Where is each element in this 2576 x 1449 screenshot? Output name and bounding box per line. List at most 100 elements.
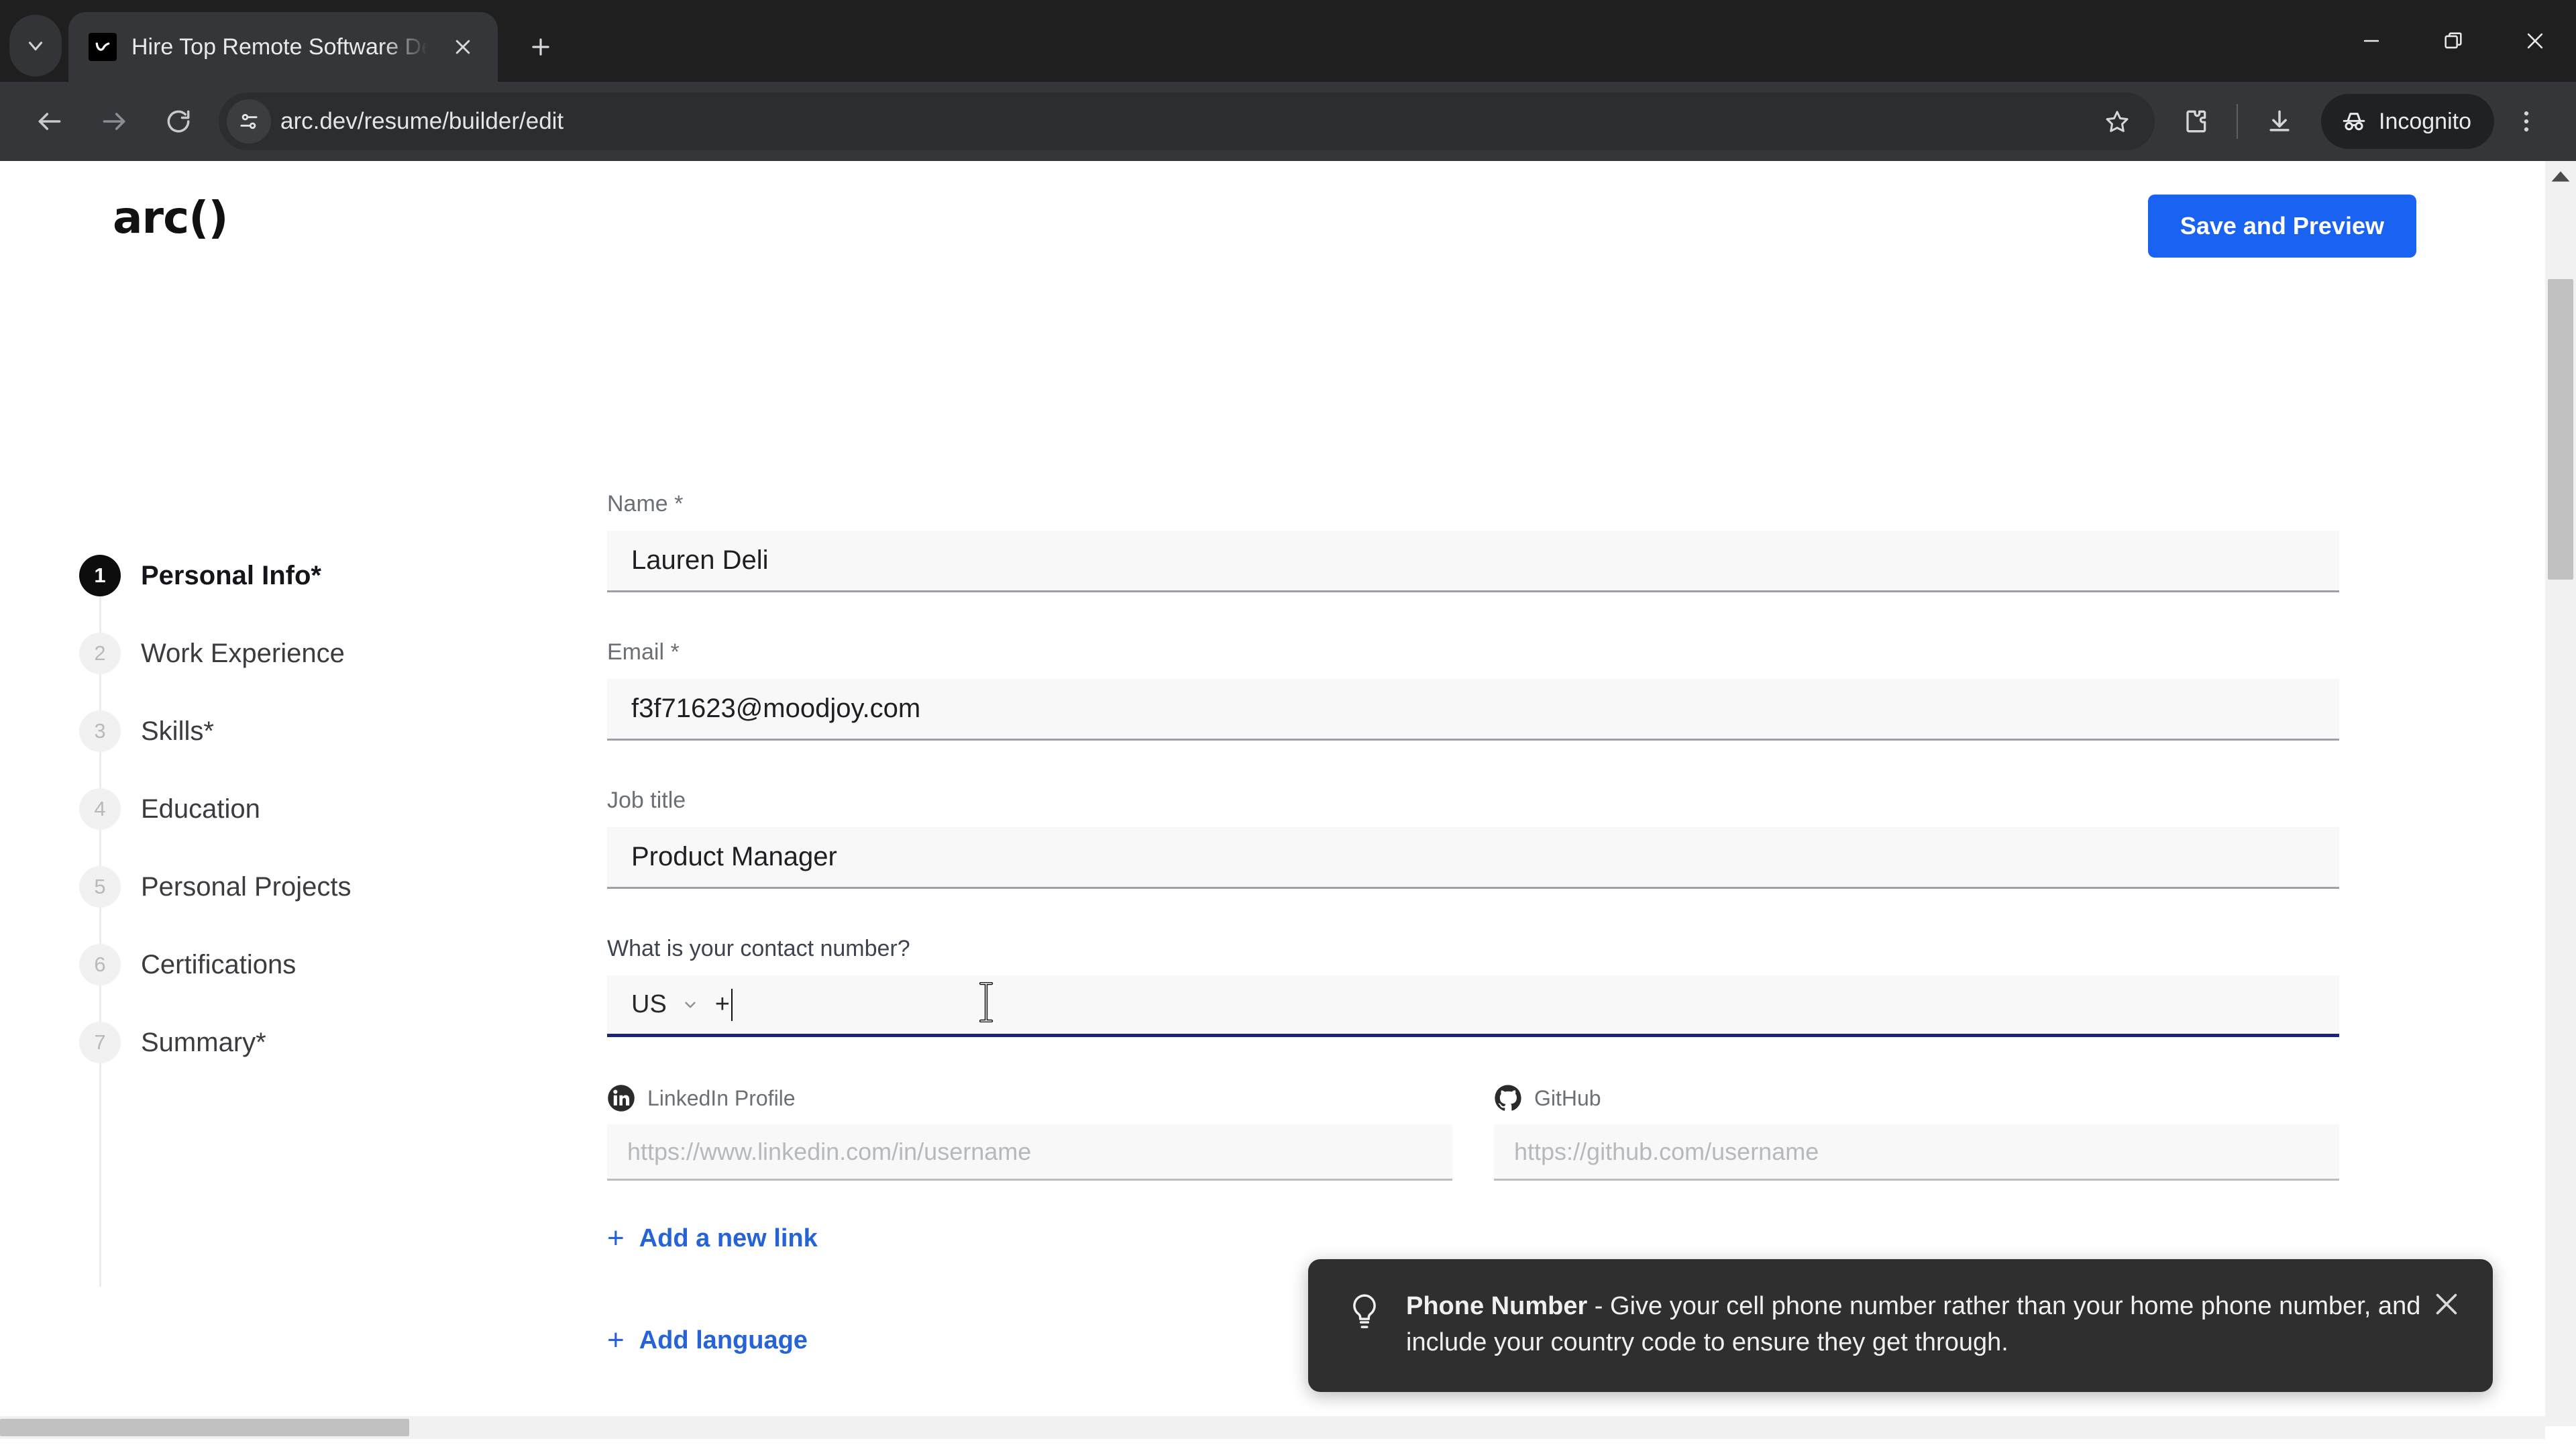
github-input[interactable] — [1494, 1124, 2339, 1181]
plus-icon: + — [607, 1222, 625, 1254]
vertical-scrollbar[interactable] — [2545, 161, 2576, 1426]
plus-icon — [532, 38, 549, 56]
sidebar-item-label: Certifications — [141, 949, 297, 979]
github-label-row: GitHub — [1494, 1084, 2339, 1112]
contact-number-label: What is your contact number? — [607, 936, 910, 961]
maximize-restore-button[interactable] — [2412, 0, 2494, 82]
incognito-indicator[interactable]: Incognito — [2321, 94, 2494, 149]
arrow-left-icon — [38, 113, 61, 130]
tab-search-button[interactable] — [9, 15, 62, 76]
contact-number-field-group: What is your contact number? US + — [607, 936, 2339, 1037]
name-field-group: Name * — [607, 491, 2339, 592]
window-controls — [2330, 0, 2576, 82]
browser-toolbar: arc.dev/resume/builder/edit Incognito — [0, 82, 2576, 161]
phone-input-wrapper[interactable]: US + — [607, 975, 2339, 1037]
reload-button[interactable] — [146, 89, 211, 154]
linkedin-icon — [608, 1085, 635, 1112]
arc-logo[interactable]: arc() — [113, 192, 229, 244]
tab-strip: Hire Top Remote Software Deve — [0, 0, 2576, 82]
incognito-icon — [2343, 113, 2365, 131]
downloads-button[interactable] — [2247, 89, 2312, 154]
sidebar-item-personal-info[interactable]: 1 Personal Info* — [79, 537, 495, 614]
new-tab-button[interactable] — [515, 21, 566, 72]
github-field-group: GitHub — [1494, 1084, 2339, 1181]
add-language-label: Add language — [639, 1326, 808, 1354]
close-icon — [2527, 33, 2543, 49]
caret-up-icon — [2551, 171, 2570, 182]
github-icon — [1495, 1085, 1521, 1111]
back-button[interactable] — [17, 89, 82, 154]
puzzle-extension-icon — [2186, 110, 2206, 133]
minimize-icon — [2363, 40, 2379, 42]
name-input[interactable] — [607, 531, 2339, 592]
job-title-input[interactable] — [607, 827, 2339, 889]
phone-prefix: + — [714, 990, 730, 1018]
sidebar-item-certifications[interactable]: 6 Certifications — [79, 926, 495, 1004]
extensions-button[interactable] — [2163, 89, 2227, 154]
country-code-value: US — [631, 990, 667, 1018]
sidebar-item-label: Work Experience — [141, 638, 345, 668]
country-code-select[interactable]: US — [631, 990, 699, 1019]
site-settings-button[interactable] — [227, 99, 271, 144]
toast-close-button[interactable] — [2431, 1289, 2462, 1320]
save-and-preview-button[interactable]: Save and Preview — [2147, 195, 2416, 258]
linkedin-field-group: LinkedIn Profile — [607, 1084, 1452, 1181]
step-number: 3 — [79, 710, 121, 752]
toast-message: Phone Number - Give your cell phone numb… — [1406, 1289, 2458, 1361]
page-viewport: arc() Save and Preview 1 Personal Info* … — [0, 161, 2576, 1449]
step-number: 6 — [79, 944, 121, 985]
linkedin-input[interactable] — [607, 1124, 1452, 1181]
toast-title: Phone Number — [1406, 1292, 1588, 1320]
tab-close-button[interactable] — [445, 30, 480, 64]
chevron-down-icon — [28, 42, 43, 51]
reload-icon — [167, 110, 190, 133]
close-window-button[interactable] — [2494, 0, 2576, 82]
add-new-link-button[interactable]: + Add a new link — [607, 1224, 818, 1253]
step-number: 7 — [79, 1022, 121, 1063]
sidebar-item-education[interactable]: 4 Education — [79, 770, 495, 848]
email-field-group: Email * — [607, 639, 2339, 741]
sidebar-item-work-experience[interactable]: 2 Work Experience — [79, 614, 495, 692]
scroll-up-button[interactable] — [2545, 161, 2576, 192]
linkedin-label: LinkedIn Profile — [647, 1085, 796, 1110]
name-label: Name * — [607, 491, 684, 517]
address-bar[interactable]: arc.dev/resume/builder/edit — [219, 93, 2155, 150]
bookmark-button[interactable] — [2092, 96, 2143, 147]
tab-title: Hire Top Remote Software Deve — [131, 34, 431, 60]
tune-icon — [240, 113, 258, 129]
mouse-ibeam-cursor — [979, 982, 994, 1022]
job-title-label: Job title — [607, 788, 686, 813]
job-title-field-group: Job title — [607, 788, 2339, 889]
lightbulb-icon — [1353, 1294, 1376, 1328]
arc-check-icon — [89, 33, 117, 61]
toolbar-divider — [2237, 104, 2238, 139]
incognito-label: Incognito — [2379, 108, 2471, 134]
chrome-menu-button[interactable] — [2494, 89, 2559, 154]
builder-step-nav: 1 Personal Info* 2 Work Experience 3 Ski… — [79, 537, 495, 1287]
more-vertical-icon — [2524, 111, 2529, 132]
sidebar-item-label: Personal Info* — [141, 560, 321, 590]
sidebar-item-label: Skills* — [141, 716, 214, 746]
sidebar-item-summary[interactable]: 7 Summary* — [79, 1004, 495, 1081]
email-input[interactable] — [607, 679, 2339, 741]
chevron-down-icon — [685, 1002, 696, 1008]
sidebar-item-label: Summary* — [141, 1027, 266, 1057]
check-arc-glyph — [95, 42, 110, 51]
sidebar-item-skills[interactable]: 3 Skills* — [79, 692, 495, 770]
minimize-button[interactable] — [2330, 0, 2412, 82]
url-text: arc.dev/resume/builder/edit — [280, 108, 564, 134]
vertical-scrollbar-thumb[interactable] — [2548, 279, 2573, 580]
browser-tab[interactable]: Hire Top Remote Software Deve — [68, 12, 498, 82]
step-number: 4 — [79, 788, 121, 830]
download-icon — [2269, 110, 2290, 131]
horizontal-scrollbar[interactable] — [0, 1416, 2545, 1439]
horizontal-scrollbar-thumb[interactable] — [0, 1419, 409, 1436]
arrow-right-icon — [103, 113, 125, 130]
step-number: 2 — [79, 633, 121, 674]
browser-window: Hire Top Remote Software Deve arc.dev/re… — [0, 0, 2576, 1449]
phone-number-tip-toast: Phone Number - Give your cell phone numb… — [1308, 1259, 2493, 1392]
add-new-link-label: Add a new link — [639, 1224, 818, 1252]
forward-button[interactable] — [82, 89, 146, 154]
add-language-button[interactable]: + Add language — [607, 1326, 808, 1355]
sidebar-item-personal-projects[interactable]: 5 Personal Projects — [79, 848, 495, 926]
